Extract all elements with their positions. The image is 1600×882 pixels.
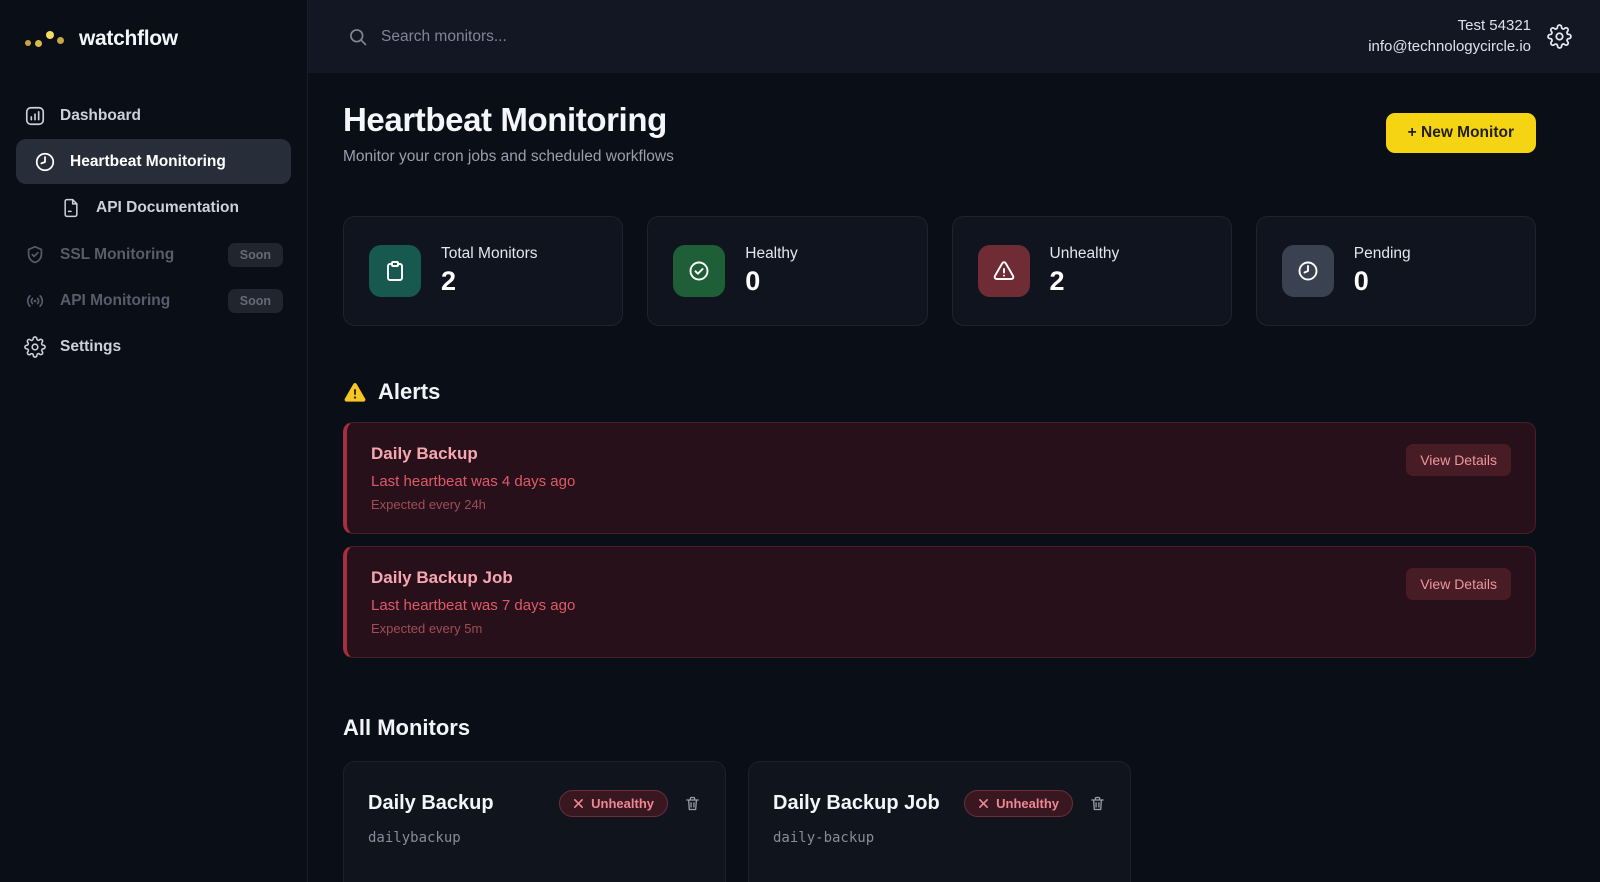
account-area: Test 54321 info@technologycircle.io: [1368, 16, 1600, 57]
sidebar-item-label: Heartbeat Monitoring: [70, 153, 226, 171]
sidebar-item-api-documentation[interactable]: API Documentation: [0, 184, 307, 232]
clock-icon: [34, 151, 56, 173]
soon-badge: Soon: [228, 243, 283, 267]
stat-label: Healthy: [745, 245, 798, 263]
search-icon: [348, 27, 368, 47]
monitor-name: Daily Backup Job: [773, 792, 940, 815]
stat-card-pending: Pending 0: [1256, 216, 1536, 326]
alert-title: Daily Backup Job: [371, 568, 1511, 588]
alerts-heading: Alerts: [343, 379, 1536, 405]
sidebar: watchflow Dashboard Heartbeat Monitoring…: [0, 0, 308, 882]
stat-card-unhealthy: Unhealthy 2: [952, 216, 1232, 326]
topbar: Test 54321 info@technologycircle.io: [308, 0, 1600, 73]
account-email: info@technologycircle.io: [1368, 37, 1531, 58]
alert-warning-icon: [343, 380, 367, 404]
x-icon: [573, 798, 584, 809]
alert-card: Daily Backup Job Last heartbeat was 7 da…: [343, 546, 1536, 658]
sidebar-item-api-monitoring[interactable]: API Monitoring Soon: [0, 278, 307, 324]
page-title: Heartbeat Monitoring: [343, 101, 674, 139]
account-name: Test 54321: [1368, 16, 1531, 37]
clock-icon: [1282, 245, 1334, 297]
gear-icon: [24, 336, 46, 358]
monitor-slug: dailybackup: [368, 830, 701, 846]
brand-name: watchflow: [79, 27, 178, 51]
alert-expected: Expected every 24h: [371, 497, 1511, 512]
trash-icon[interactable]: [1089, 795, 1106, 812]
soon-badge: Soon: [228, 289, 283, 313]
search-bar: [308, 27, 1368, 47]
stat-label: Total Monitors: [441, 245, 537, 263]
brand-logo: watchflow: [0, 0, 307, 51]
stat-value: 2: [441, 266, 537, 297]
alert-title: Daily Backup: [371, 444, 1511, 464]
sidebar-item-ssl-monitoring[interactable]: SSL Monitoring Soon: [0, 232, 307, 278]
monitor-slug: daily-backup: [773, 830, 1106, 846]
search-input[interactable]: [381, 28, 801, 46]
x-icon: [978, 798, 989, 809]
all-monitors-heading: All Monitors: [343, 715, 1536, 741]
stat-value: 0: [745, 266, 798, 297]
trash-icon[interactable]: [684, 795, 701, 812]
view-details-button[interactable]: View Details: [1406, 444, 1511, 476]
sidebar-item-label: API Monitoring: [60, 292, 170, 310]
stats-row: Total Monitors 2 Healthy 0 Unhealthy 2: [343, 216, 1536, 326]
settings-gear-icon[interactable]: [1547, 24, 1572, 49]
sidebar-item-label: Settings: [60, 338, 121, 356]
main-content: Heartbeat Monitoring Monitor your cron j…: [308, 73, 1600, 882]
account-info: Test 54321 info@technologycircle.io: [1368, 16, 1531, 57]
status-label: Unhealthy: [591, 796, 654, 811]
monitor-grid: Daily Backup Unhealthy dailybackup Daily…: [343, 761, 1536, 882]
sidebar-item-label: API Documentation: [96, 199, 239, 217]
sidebar-item-label: SSL Monitoring: [60, 246, 174, 264]
stat-value: 2: [1050, 266, 1120, 297]
warning-triangle-icon: [978, 245, 1030, 297]
new-monitor-button[interactable]: + New Monitor: [1386, 113, 1536, 153]
watchflow-dots-icon: [24, 27, 66, 51]
sidebar-item-settings[interactable]: Settings: [0, 324, 307, 370]
alert-expected: Expected every 5m: [371, 621, 1511, 636]
sidebar-item-heartbeat-monitoring[interactable]: Heartbeat Monitoring: [16, 139, 291, 184]
stat-card-healthy: Healthy 0: [647, 216, 927, 326]
sidebar-item-dashboard[interactable]: Dashboard: [0, 93, 307, 139]
status-badge: Unhealthy: [964, 790, 1073, 817]
monitor-card: Daily Backup Unhealthy dailybackup: [343, 761, 726, 882]
stat-value: 0: [1354, 266, 1411, 297]
sidebar-item-label: Dashboard: [60, 107, 141, 125]
document-icon: [60, 197, 82, 219]
check-circle-icon: [673, 245, 725, 297]
alert-message: Last heartbeat was 4 days ago: [371, 473, 1511, 490]
status-label: Unhealthy: [996, 796, 1059, 811]
shield-icon: [24, 244, 46, 266]
broadcast-icon: [24, 290, 46, 312]
view-details-button[interactable]: View Details: [1406, 568, 1511, 600]
alert-message: Last heartbeat was 7 days ago: [371, 597, 1511, 614]
page-header: Heartbeat Monitoring Monitor your cron j…: [343, 101, 1536, 166]
stat-label: Unhealthy: [1050, 245, 1120, 263]
alert-card: Daily Backup Last heartbeat was 4 days a…: [343, 422, 1536, 534]
monitor-card: Daily Backup Job Unhealthy daily-backup: [748, 761, 1131, 882]
clipboard-icon: [369, 245, 421, 297]
monitor-name: Daily Backup: [368, 792, 494, 815]
alerts-heading-label: Alerts: [378, 379, 440, 405]
page-subtitle: Monitor your cron jobs and scheduled wor…: [343, 148, 674, 166]
stat-card-total-monitors: Total Monitors 2: [343, 216, 623, 326]
sidebar-nav: Dashboard Heartbeat Monitoring API Docum…: [0, 93, 307, 370]
bar-chart-icon: [24, 105, 46, 127]
stat-label: Pending: [1354, 245, 1411, 263]
status-badge: Unhealthy: [559, 790, 668, 817]
